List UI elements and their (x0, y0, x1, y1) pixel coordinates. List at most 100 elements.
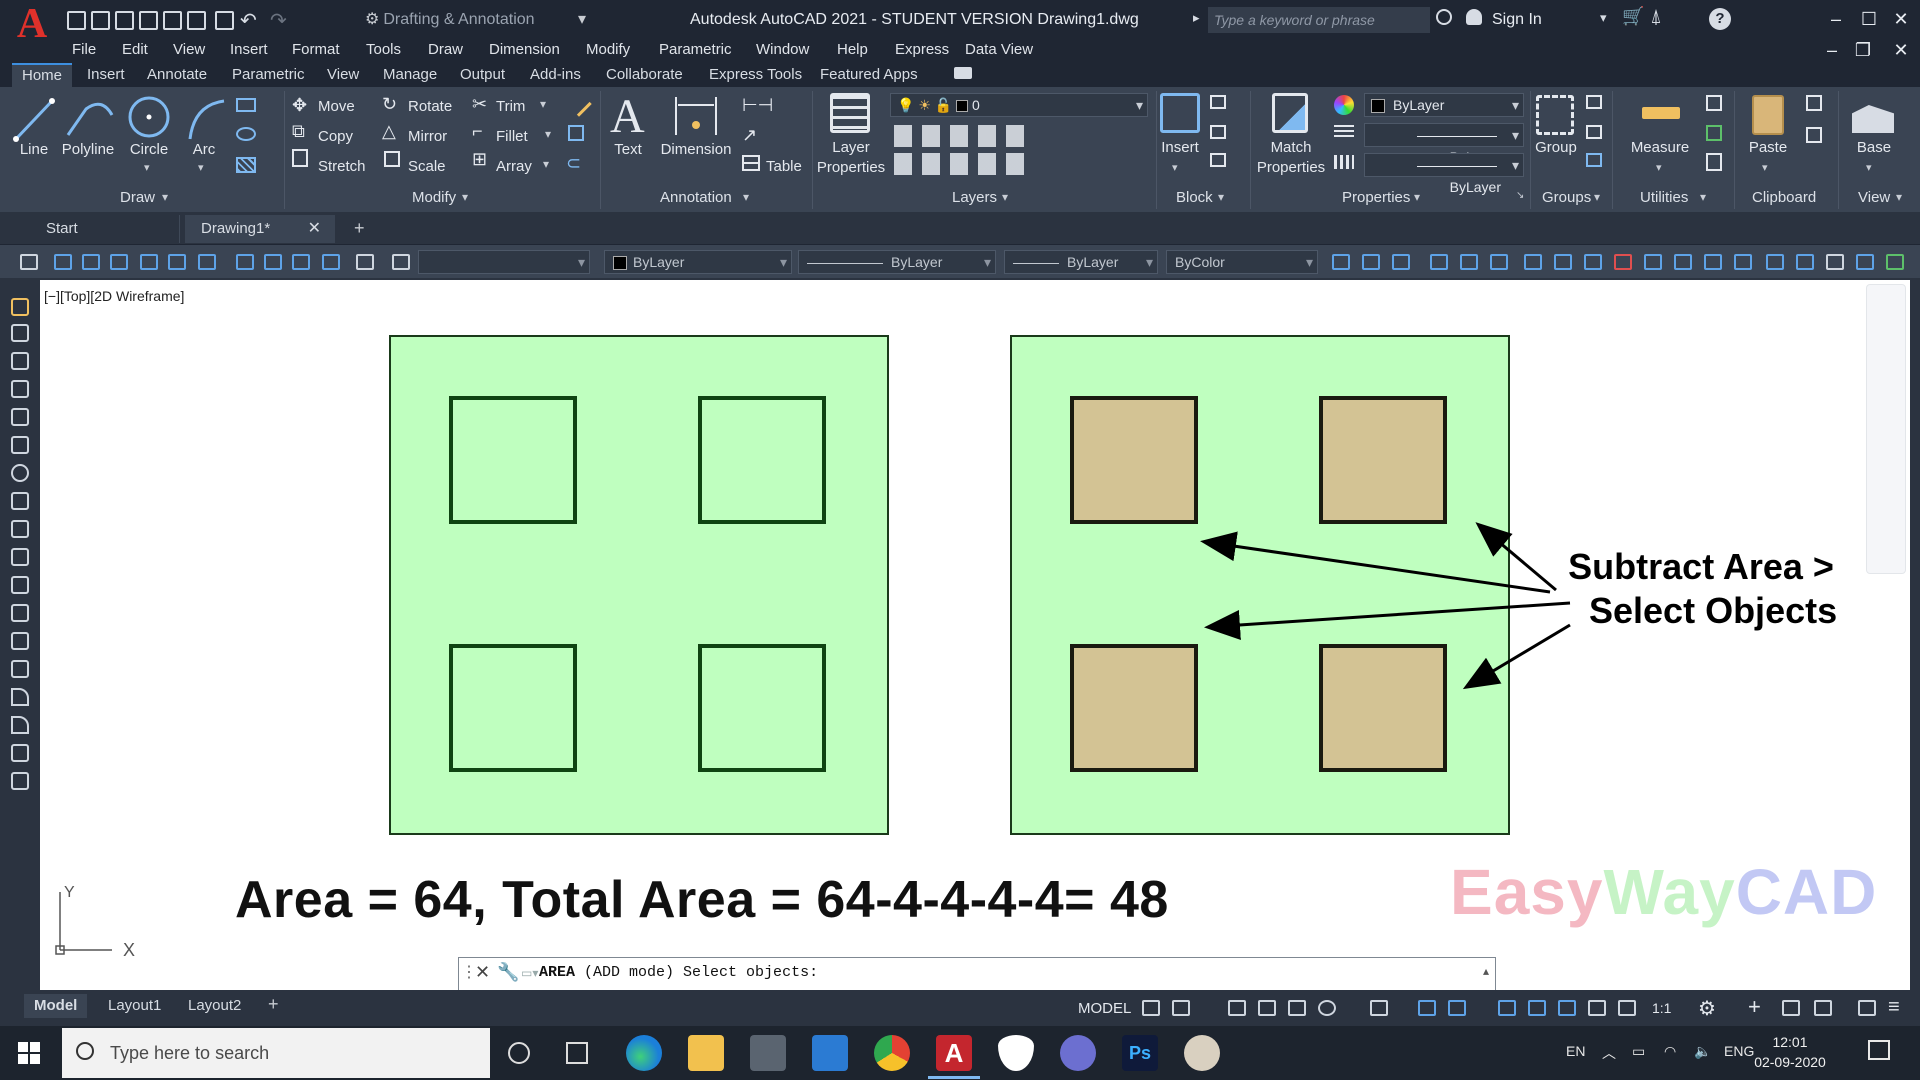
menu-edit[interactable]: Edit (122, 40, 148, 60)
stretch-button[interactable]: Stretch (318, 157, 366, 177)
copy-button[interactable]: Copy (318, 127, 353, 147)
ucs-zaxis-icon[interactable] (1734, 254, 1752, 270)
text-icon[interactable]: A (610, 89, 645, 144)
solid-box-icon[interactable] (1430, 254, 1448, 270)
snap-icon[interactable] (1172, 1000, 1190, 1016)
save-to-web-icon[interactable] (184, 9, 206, 30)
search-icon[interactable] (1436, 9, 1452, 25)
layer-properties-label-line1[interactable]: Layer (812, 139, 890, 157)
group-icon[interactable] (1536, 95, 1574, 135)
close-icon[interactable]: ✕ (475, 962, 490, 983)
chevron-down-icon[interactable]: ▾ (162, 190, 168, 204)
quick-properties-icon[interactable] (1782, 1000, 1800, 1016)
circle-button[interactable]: Circle (124, 141, 174, 159)
dynamic-input-icon[interactable] (1228, 1000, 1246, 1016)
autocad-icon[interactable]: A (936, 1035, 972, 1071)
plus-icon[interactable]: + (1748, 994, 1761, 1020)
chevron-down-icon[interactable]: ▾ (1414, 190, 1420, 204)
chevron-up-icon[interactable]: ▴ (1483, 964, 1489, 978)
create-block-icon[interactable] (1210, 95, 1226, 109)
chevron-down-icon[interactable]: ▾ (1700, 190, 1706, 204)
array-button[interactable]: Array (496, 157, 532, 177)
modify-panel-title[interactable]: Modify (412, 187, 456, 209)
menu-data-view[interactable]: Data View (965, 40, 1033, 60)
offset-tool-icon[interactable] (11, 380, 29, 398)
view-ne-iso-icon[interactable] (292, 254, 310, 270)
view-sw-iso-icon[interactable] (236, 254, 254, 270)
clock[interactable]: 12:01 02-09-2020 (1750, 1032, 1830, 1072)
polar-tracking-icon[interactable] (1318, 1000, 1336, 1016)
color-wheel-icon[interactable] (1334, 95, 1354, 115)
customization-menu-icon[interactable]: ≡ (1888, 996, 1900, 1019)
mail-icon[interactable] (812, 1035, 848, 1071)
base-button[interactable]: Base (1846, 139, 1902, 157)
offset-icon[interactable]: ⊂ (566, 153, 581, 174)
new-layout-button[interactable]: + (268, 994, 279, 1015)
open-from-web-icon[interactable] (160, 9, 182, 30)
extend-tool-icon[interactable] (11, 576, 29, 594)
visual-style-icon[interactable] (1766, 254, 1784, 270)
menu-modify[interactable]: Modify (586, 40, 630, 60)
linear-dimension-icon[interactable]: ⊢⊣ (742, 95, 773, 116)
tab-layout1[interactable]: Layout1 (98, 994, 171, 1018)
chevron-down-icon[interactable]: ▾ (198, 161, 204, 174)
leader-icon[interactable]: ↗ (742, 125, 757, 146)
toolbar-plotstyle-dropdown[interactable]: ByColor (1166, 250, 1318, 274)
cart-icon[interactable]: 🛒 (1622, 6, 1644, 27)
layer-state-icon[interactable] (392, 254, 410, 270)
array-tool-icon[interactable] (11, 408, 29, 426)
polyline-icon[interactable] (64, 95, 116, 145)
fillet-tool-icon[interactable] (11, 716, 29, 734)
volume-icon[interactable]: 🔈 (1694, 1043, 1711, 1060)
task-view-icon[interactable] (566, 1042, 588, 1064)
chevron-down-icon[interactable]: ▾ (1218, 190, 1224, 204)
taskbar-search-box[interactable]: Type here to search (62, 1028, 490, 1078)
view-back-icon[interactable] (198, 254, 216, 270)
command-line[interactable]: ⋮ ✕ 🔧 ▭▾ AREA (ADD mode) Select objects:… (458, 957, 1496, 991)
ucs-icon[interactable] (1524, 254, 1542, 270)
paint-icon[interactable] (1060, 1035, 1096, 1071)
transparency-icon[interactable] (1528, 1000, 1546, 1016)
shaded-icon[interactable] (1796, 254, 1814, 270)
tab-collaborate[interactable]: Collaborate (606, 65, 683, 85)
redo-icon[interactable]: ↷ (270, 8, 287, 33)
doc-restore-button[interactable]: ❐ (1850, 37, 1876, 63)
block-panel-title[interactable]: Block (1176, 187, 1213, 209)
workspace-switcher[interactable]: ⚙ Drafting & Annotation ▾ (365, 8, 590, 32)
quick-select-icon[interactable] (1706, 95, 1722, 111)
lineweight-dropdown[interactable]: ByLayer (1364, 123, 1524, 165)
autodesk-a360-icon[interactable]: ⍋ (1650, 6, 1662, 29)
lineweight-toggle-icon[interactable] (1498, 1000, 1516, 1016)
measure-icon[interactable] (1642, 107, 1680, 119)
dimension-icon[interactable] (672, 93, 720, 139)
dimension-button[interactable]: Dimension (658, 141, 734, 159)
hatch-icon[interactable] (236, 157, 256, 173)
circle-icon[interactable] (126, 93, 172, 143)
toolbar-lineweight-dropdown[interactable]: ByLayer (1004, 250, 1158, 274)
minimize-button[interactable]: – (1823, 6, 1849, 32)
sign-in-link[interactable]: Sign In (1492, 8, 1542, 32)
open-file-icon[interactable] (88, 9, 110, 30)
layer-state-dropdown[interactable] (418, 250, 590, 274)
erase-icon[interactable] (566, 91, 592, 117)
polyline-button[interactable]: Polyline (58, 141, 118, 159)
selection-cycling-icon[interactable] (1558, 1000, 1576, 1016)
clean-screen-icon[interactable] (1858, 1000, 1876, 1016)
tab-express-tools[interactable]: Express Tools (709, 65, 802, 85)
save-as-icon[interactable] (136, 9, 158, 30)
line-icon[interactable] (12, 95, 56, 145)
paste-button[interactable]: Paste (1740, 139, 1796, 157)
chevron-down-icon[interactable]: ▾ (540, 97, 546, 111)
view-right-icon[interactable] (140, 254, 158, 270)
scale-button[interactable]: Scale (408, 157, 446, 177)
save-icon[interactable] (112, 9, 134, 30)
trim-button[interactable]: Trim (496, 97, 525, 117)
mirror-button[interactable]: Mirror (408, 127, 447, 147)
move-tool-icon[interactable] (11, 436, 29, 454)
insert-button[interactable]: Insert (1154, 139, 1206, 157)
notifications-icon[interactable] (1868, 1040, 1890, 1060)
view-top-icon[interactable] (54, 254, 72, 270)
chrome-icon[interactable] (874, 1035, 910, 1071)
navigation-bar[interactable] (1866, 284, 1906, 574)
ucs-dialog-icon[interactable] (1856, 254, 1874, 270)
